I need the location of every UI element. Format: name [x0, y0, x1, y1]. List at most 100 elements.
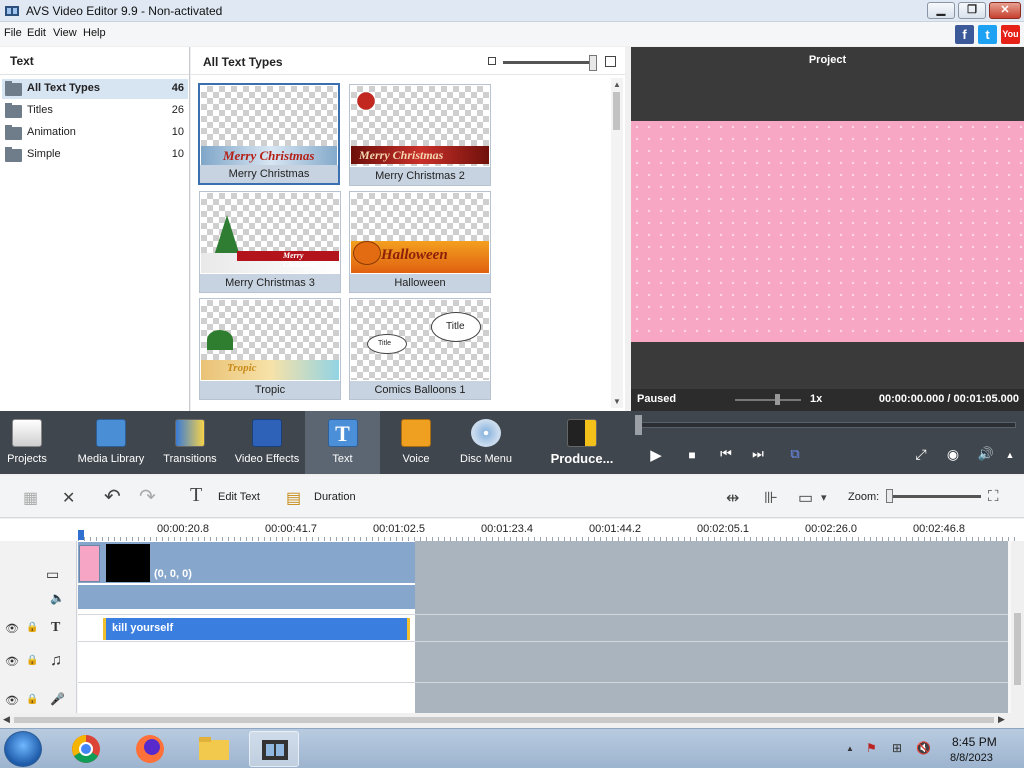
mute-icon[interactable]: 🔈: [50, 591, 65, 605]
preview-screen[interactable]: [631, 121, 1024, 342]
delete-icon[interactable]: ✕: [62, 488, 75, 508]
fullscreen-icon[interactable]: ⤢: [911, 446, 931, 463]
storyboard-icon[interactable]: ▦: [23, 488, 38, 508]
timeline-horizontal-scrollbar[interactable]: ◀ ▶: [0, 713, 1024, 728]
lock-icon[interactable]: 🔒: [26, 622, 38, 633]
duration-button[interactable]: Duration: [314, 491, 356, 503]
lock-icon[interactable]: 🔒: [26, 655, 38, 666]
taskbar-firefox[interactable]: [125, 731, 175, 767]
tool-text[interactable]: T Text: [305, 411, 380, 474]
video-clip-black[interactable]: [106, 544, 150, 582]
menu-help[interactable]: Help: [83, 27, 106, 39]
facebook-icon[interactable]: f: [955, 25, 974, 44]
text-tile-comics-balloons-1[interactable]: Title Title Comics Balloons 1: [349, 298, 491, 400]
eye-icon[interactable]: 👁: [5, 655, 19, 668]
media-library-icon: [96, 419, 126, 447]
timeline-ruler[interactable]: 00:00:20.8 00:00:41.7 00:01:02.5 00:01:2…: [0, 519, 1024, 541]
edit-text-button[interactable]: Edit Text: [218, 491, 260, 503]
gallery-scrollbar[interactable]: ▲ ▼: [611, 78, 623, 408]
taskbar-file-explorer[interactable]: [189, 731, 239, 767]
tool-projects[interactable]: Projects: [0, 411, 54, 474]
empty-timeline-area[interactable]: [415, 541, 1008, 713]
speed-slider[interactable]: [735, 399, 801, 401]
tracks-scrollbar[interactable]: [1011, 541, 1024, 713]
scrollbar-thumb[interactable]: [613, 92, 620, 130]
folder-icon: [5, 147, 22, 162]
menu-view[interactable]: View: [53, 27, 77, 39]
category-simple[interactable]: Simple 10: [2, 145, 188, 165]
tool-video-effects[interactable]: Video Effects: [230, 411, 304, 474]
clock-date[interactable]: 8/8/2023: [950, 752, 993, 764]
speed-slider-handle[interactable]: [775, 394, 780, 405]
large-thumbnails-icon[interactable]: [605, 56, 616, 67]
volume-icon[interactable]: 🔊: [976, 446, 996, 462]
menu-file[interactable]: File: [4, 27, 22, 39]
eye-icon[interactable]: 👁: [5, 622, 19, 635]
tool-media-library[interactable]: Media Library: [72, 411, 150, 474]
text-clip[interactable]: kill yourself: [103, 618, 410, 640]
seek-handle[interactable]: [635, 415, 642, 435]
minimize-button[interactable]: ▁: [927, 2, 955, 19]
category-animation[interactable]: Animation 10: [2, 123, 188, 143]
maximize-button[interactable]: ❐: [958, 2, 986, 19]
menu-edit[interactable]: Edit: [27, 27, 46, 39]
edit-text-icon[interactable]: T: [190, 484, 202, 507]
youtube-icon[interactable]: You: [1001, 25, 1020, 44]
eye-icon[interactable]: 👁: [5, 694, 19, 707]
monitor-icon[interactable]: ▭: [798, 488, 813, 508]
snapshot-icon[interactable]: ◉: [943, 446, 963, 463]
category-titles[interactable]: Titles 26: [2, 101, 188, 121]
twitter-icon[interactable]: t: [978, 25, 997, 44]
small-thumbnails-icon[interactable]: [488, 57, 496, 65]
redo-icon[interactable]: ↷: [139, 484, 156, 509]
network-icon[interactable]: ⊞: [892, 741, 902, 755]
action-center-icon[interactable]: ⚑: [866, 741, 877, 755]
volume-muted-icon[interactable]: 🔇: [916, 741, 931, 755]
text-tile-merry-christmas-3[interactable]: Merry Christmas Merry Christmas 3: [199, 191, 341, 293]
previous-frame-icon[interactable]: ⏮: [716, 446, 736, 462]
undo-icon[interactable]: ↶: [104, 484, 121, 509]
play-icon[interactable]: ▶: [646, 446, 666, 464]
taskbar-chrome[interactable]: [61, 731, 111, 767]
split-icon[interactable]: ⇹: [726, 488, 739, 508]
tool-disc-menu[interactable]: Disc Menu: [455, 411, 517, 474]
produce-button[interactable]: Produce...: [546, 411, 618, 474]
audio-mixer-icon[interactable]: ⊪: [764, 488, 778, 508]
tray-expand-icon[interactable]: ▲: [846, 744, 854, 753]
seek-bar[interactable]: [640, 422, 1016, 428]
expand-icon[interactable]: ▲: [1000, 450, 1020, 460]
monitor-dropdown-icon[interactable]: ▾: [821, 491, 827, 504]
taskbar-avs-video-editor[interactable]: [249, 731, 299, 767]
playhead-marker[interactable]: [78, 530, 84, 540]
scroll-left-icon[interactable]: ◀: [3, 714, 10, 725]
thumbnail-size-slider[interactable]: [503, 61, 595, 64]
category-all-text-types[interactable]: All Text Types 46: [2, 79, 188, 99]
close-button[interactable]: ✕: [989, 2, 1021, 19]
lock-icon[interactable]: 🔒: [26, 694, 38, 705]
playback-status: Paused: [637, 393, 677, 405]
duration-icon[interactable]: ▤: [286, 488, 301, 508]
hscroll-thumb[interactable]: [14, 717, 994, 723]
zoom-slider-handle[interactable]: [886, 489, 893, 503]
scroll-right-icon[interactable]: ▶: [998, 714, 1005, 725]
tool-voice[interactable]: Voice: [390, 411, 442, 474]
tracks-scrollbar-thumb[interactable]: [1014, 613, 1021, 685]
tile-preview: Title Title: [351, 300, 489, 380]
tool-transitions[interactable]: Transitions: [158, 411, 222, 474]
text-tile-merry-christmas-2[interactable]: Merry Christmas Merry Christmas 2: [349, 84, 491, 186]
zoom-slider[interactable]: [887, 495, 981, 498]
start-button[interactable]: [4, 731, 42, 767]
frame-step-icon[interactable]: ⧉: [785, 446, 805, 462]
next-frame-icon[interactable]: ⏭: [748, 446, 768, 462]
fit-timeline-icon[interactable]: ⛶: [988, 488, 999, 505]
text-tile-halloween[interactable]: Halloween Halloween: [349, 191, 491, 293]
scroll-down-icon[interactable]: ▼: [612, 397, 622, 406]
audio-track[interactable]: [78, 585, 415, 609]
clock-time[interactable]: 8:45 PM: [952, 735, 997, 749]
stop-icon[interactable]: ■: [682, 448, 702, 462]
thumbnail-size-slider-handle[interactable]: [589, 55, 597, 71]
text-tile-merry-christmas[interactable]: Merry Christmas Merry Christmas: [198, 83, 340, 185]
text-tile-tropic[interactable]: Tropic Tropic: [199, 298, 341, 400]
video-clip-pink[interactable]: [79, 545, 100, 582]
scroll-up-icon[interactable]: ▲: [612, 80, 622, 89]
